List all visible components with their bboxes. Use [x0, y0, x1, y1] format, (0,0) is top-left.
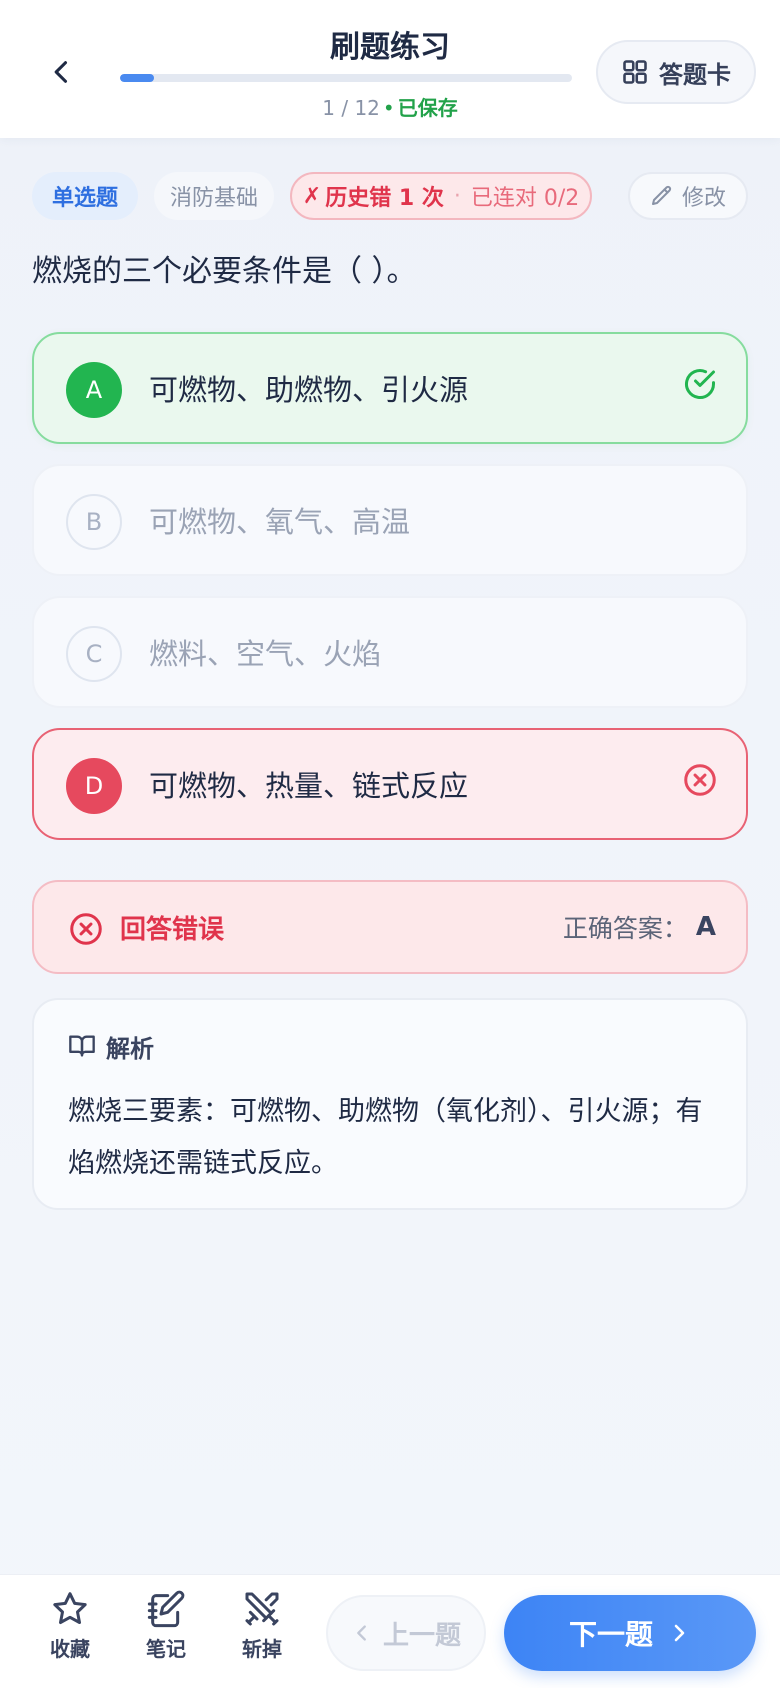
cut-button[interactable]: 斩掉: [222, 1589, 302, 1673]
explanation-text: 燃烧三要素：可燃物、助燃物（氧化剂）、引火源；有焰燃烧还需链式反应。: [68, 1096, 703, 1179]
history-separator: ·: [453, 183, 461, 209]
x-circle-icon: [70, 913, 102, 945]
previous-label: 上一题: [382, 1620, 461, 1651]
history-mark: ✗: [302, 183, 322, 209]
explanation-header: 解析: [68, 1030, 154, 1063]
cut-label: 斩掉: [242, 1637, 282, 1661]
answer-card-button[interactable]: 答题卡: [596, 40, 756, 104]
option-b[interactable]: B 可燃物、氧气、高温: [32, 464, 748, 576]
book-open-icon: [69, 1035, 95, 1057]
previous-question-button[interactable]: 上一题: [326, 1595, 486, 1671]
progress-count: 1 / 12: [322, 96, 380, 120]
explanation-card: 解析 燃烧三要素：可燃物、助燃物（氧化剂）、引火源；有焰燃烧还需链式反应。: [32, 998, 748, 1210]
explanation-title: 解析: [106, 1034, 154, 1063]
correct-answer-label: 正确答案：: [562, 914, 688, 943]
streak-label: 已连对 0/2: [470, 186, 580, 211]
bottom-toolbar: 收藏 笔记 斩掉 上一题 下一题: [0, 1574, 780, 1688]
option-text: 可燃物、热量、链式反应: [149, 769, 469, 803]
chevron-right-icon: [674, 1624, 685, 1642]
option-text: 燃料、空气、火焰: [149, 637, 382, 671]
option-letter: B: [66, 494, 122, 550]
note-button[interactable]: 笔记: [126, 1589, 206, 1673]
edit-label: 修改: [681, 186, 726, 211]
notebook-pen-icon: [147, 1590, 185, 1628]
correct-answer: 正确答案： A: [563, 882, 716, 972]
note-label: 笔记: [146, 1637, 186, 1661]
next-label: 下一题: [568, 1618, 653, 1651]
question-tags: 单选题 消防基础 ✗ 历史错 1 次 · 已连对 0/2 修改: [32, 172, 748, 220]
question-type-tag: 单选题: [32, 172, 138, 220]
option-letter: A: [66, 362, 122, 418]
option-text: 可燃物、氧气、高温: [149, 505, 411, 539]
crossed-swords-icon: [245, 1592, 279, 1626]
question-text: 燃烧的三个必要条件是（ ）。: [32, 254, 417, 289]
saved-status: 已保存: [397, 96, 458, 120]
progress-bar-fill: [120, 74, 154, 82]
answer-card-label: 答题卡: [659, 60, 731, 89]
option-letter: D: [66, 758, 122, 814]
progress-bar: [120, 74, 572, 82]
edit-button[interactable]: 修改: [628, 172, 748, 220]
option-a[interactable]: A 可燃物、助燃物、引火源: [32, 332, 748, 444]
x-circle-icon: [684, 764, 716, 796]
status-dot: •: [382, 96, 395, 120]
correct-answer-value: A: [695, 912, 716, 942]
option-c[interactable]: C 燃料、空气、火焰: [32, 596, 748, 708]
check-circle-icon: [685, 369, 715, 399]
pencil-icon: [651, 185, 672, 205]
top-header: 刷题练习 1 / 12 • 已保存 答题卡: [0, 0, 780, 138]
back-button[interactable]: [40, 50, 84, 94]
option-text: 可燃物、助燃物、引火源: [149, 373, 469, 407]
history-error-label: 历史错 1 次: [325, 186, 444, 211]
chevron-left-icon: [54, 61, 68, 83]
history-error-badge: ✗ 历史错 1 次 · 已连对 0/2: [290, 172, 592, 220]
option-letter: C: [66, 626, 122, 682]
grid-icon: [623, 60, 647, 84]
favorite-button[interactable]: 收藏: [30, 1589, 110, 1673]
favorite-label: 收藏: [50, 1637, 90, 1661]
next-question-button[interactable]: 下一题: [504, 1595, 756, 1671]
answer-result-banner: 回答错误 正确答案： A: [32, 880, 748, 974]
result-label: 回答错误: [120, 914, 225, 945]
star-icon: [53, 1592, 87, 1625]
category-tag: 消防基础: [154, 172, 274, 220]
option-d[interactable]: D 可燃物、热量、链式反应: [32, 728, 748, 840]
chevron-left-icon: [357, 1625, 366, 1641]
